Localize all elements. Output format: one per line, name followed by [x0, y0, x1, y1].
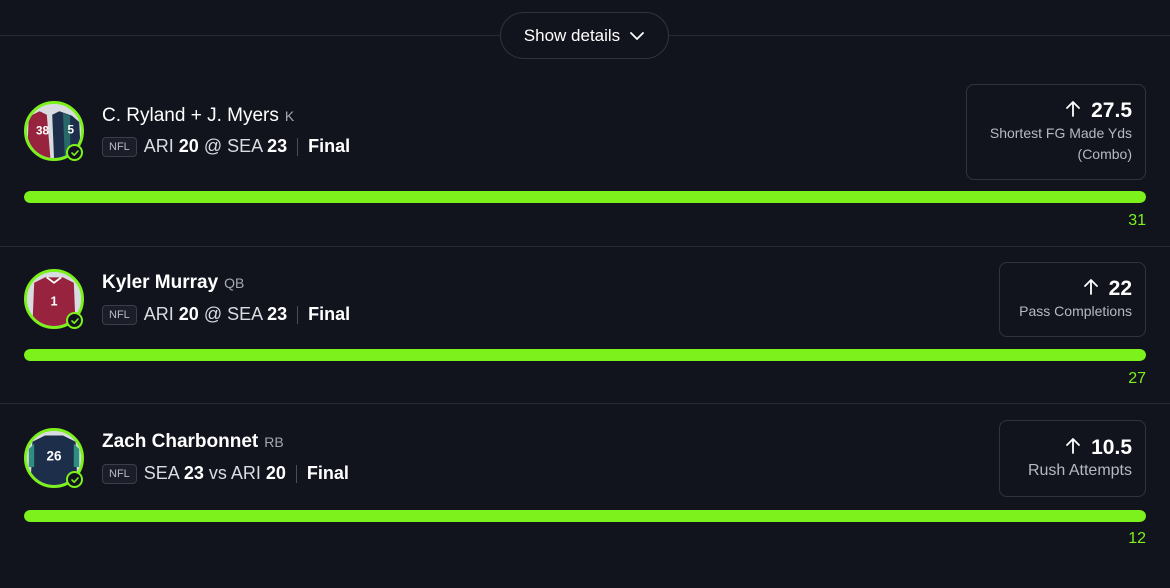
stat-label: Rush Attempts: [1027, 462, 1132, 479]
matchup-connector: @ SEA: [198, 136, 268, 156]
team2-score: 23: [267, 136, 288, 156]
chevron-down-icon: [629, 26, 645, 46]
team1-score: 23: [183, 463, 204, 483]
player-position: K: [284, 108, 295, 124]
check-icon: [66, 312, 83, 329]
result-value: 27: [1128, 370, 1146, 387]
team1-score: 20: [178, 304, 199, 324]
progress-bar: [24, 510, 1146, 522]
line-value: 27.5: [1091, 99, 1132, 122]
progress-fill: [24, 349, 1146, 361]
check-icon: [66, 144, 83, 161]
stat-label: Pass Completions: [1019, 303, 1132, 319]
line-value: 22: [1108, 277, 1132, 300]
game-status: Final: [308, 136, 351, 156]
player-name: Kyler Murray: [102, 272, 219, 293]
league-badge: NFL: [102, 136, 137, 157]
matchup-team1: SEA: [143, 463, 184, 483]
progress-bar: [24, 349, 1146, 361]
result-value: 12: [1128, 530, 1146, 547]
game-score: ARI 20 @ SEA 23: [144, 136, 287, 157]
pick-line-box[interactable]: 27.5 Shortest FG Made Yds (Combo): [966, 84, 1146, 180]
player-position: QB: [224, 275, 245, 291]
jersey-number: 5: [68, 124, 75, 137]
jersey-number: 38: [36, 125, 50, 138]
row-divider: [0, 246, 1170, 247]
matchup-team1: ARI: [143, 304, 179, 324]
player-position: RB: [264, 434, 284, 450]
separator: [297, 137, 299, 156]
arrow-up-icon: [1083, 278, 1099, 301]
league-badge: NFL: [102, 463, 137, 484]
player-name-row: Zach Charbonnet RB: [102, 431, 284, 453]
show-details-label: Show details: [523, 25, 621, 45]
show-details-button[interactable]: Show details: [500, 12, 669, 59]
player-name: Zach Charbonnet: [102, 431, 259, 452]
separator: [295, 464, 297, 483]
arrow-up-icon: [1065, 437, 1081, 460]
progress-fill: [24, 510, 1146, 522]
game-info-row: NFL ARI 20 @ SEA 23 Final: [102, 304, 350, 325]
matchup-connector: vs ARI: [203, 463, 266, 483]
league-badge: NFL: [102, 304, 137, 325]
matchup-connector: @ SEA: [198, 304, 268, 324]
player-name-row: C. Ryland + J. Myers K: [102, 105, 294, 127]
game-info-row: NFL ARI 20 @ SEA 23 Final: [102, 136, 350, 157]
progress-fill: [24, 191, 1146, 203]
team2-score: 20: [265, 463, 286, 483]
stat-label: Shortest FG Made Yds: [989, 125, 1132, 141]
pick-line-box[interactable]: 22 Pass Completions: [999, 262, 1146, 337]
player-name: C. Ryland + J. Myers: [102, 105, 279, 126]
game-score: SEA 23 vs ARI 20: [144, 463, 286, 484]
matchup-team1: ARI: [143, 136, 179, 156]
stat-label-line2: (Combo): [1077, 146, 1132, 162]
game-status: Final: [308, 304, 351, 324]
game-info-row: NFL SEA 23 vs ARI 20 Final: [102, 463, 349, 484]
arrow-up-icon: [1065, 100, 1081, 123]
jersey-number: 1: [50, 294, 57, 308]
player-name-row: Kyler Murray QB: [102, 272, 244, 294]
game-status: Final: [306, 463, 349, 483]
separator: [297, 305, 299, 324]
team2-score: 23: [267, 304, 288, 324]
pick-line-box[interactable]: 10.5 Rush Attempts: [999, 420, 1146, 497]
game-score: ARI 20 @ SEA 23: [144, 304, 287, 325]
check-icon: [66, 471, 83, 488]
row-divider: [0, 403, 1170, 404]
result-value: 31: [1128, 212, 1146, 229]
team1-score: 20: [178, 136, 199, 156]
progress-bar: [24, 191, 1146, 203]
line-value: 10.5: [1091, 436, 1132, 459]
jersey-number: 26: [46, 449, 62, 464]
